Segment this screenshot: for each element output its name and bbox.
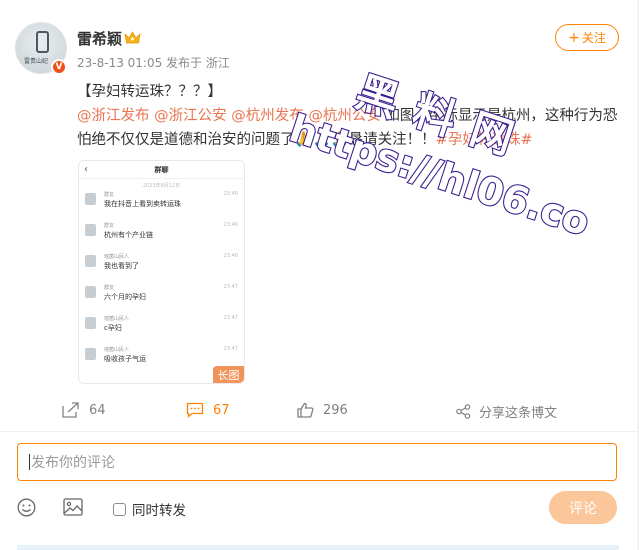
comment-input[interactable]: 发布你的评论 (17, 443, 617, 481)
post-title-line: 【孕妇转运珠？？？】 (77, 84, 222, 100)
follow-label: 关注 (581, 31, 606, 45)
chat-text: 吸收孩子气运 (104, 355, 146, 363)
image-upload-button[interactable] (63, 498, 83, 516)
action-bar: 64 67 296 分享这条博文 (0, 400, 639, 424)
chat-message-list: 群友 23:46 我在抖音上看到卖转运珠 群友 23:46 杭州有个产业链 瑶菌山民人 23:… (79, 189, 244, 375)
chat-text: c孕妇 (104, 324, 122, 332)
chat-date: 2023年8月12日 (142, 183, 181, 189)
hashtag-link[interactable]: #孕妇转运珠# (436, 132, 533, 148)
chat-time: 23:46 (223, 222, 238, 228)
chat-text: 我在抖音上看到卖转运珠 (104, 200, 181, 208)
composer-toolbar: 同时转发 (0, 496, 639, 522)
chat-text: 六个月的孕妇 (104, 293, 146, 301)
chat-text: 杭州有个产业链 (104, 231, 153, 239)
mention-zhejiang-fabu[interactable]: @浙江发布 (77, 108, 150, 124)
share-button[interactable]: 分享这条博文 (456, 402, 557, 421)
mention-zhejiang-gongan[interactable]: @浙江公安 (154, 108, 227, 124)
comment-count: 67 (213, 402, 230, 418)
divider (0, 431, 639, 432)
plus-icon: + (568, 29, 580, 46)
thumbs-up-icon (297, 402, 314, 418)
chat-text: 我也看到了 (104, 262, 139, 270)
chat-time: 23:46 (223, 191, 238, 197)
chat-message-row: 群友 23:46 杭州有个产业链 (79, 220, 244, 251)
image-icon (63, 498, 83, 516)
chat-message-row: 群友 23:47 六个月的孕妇 (79, 282, 244, 313)
avatar-text: 雷贵山纪 (24, 58, 49, 65)
post-content: 【孕妇转运珠？？？】 @浙江发布 @浙江公安 @杭州发布 @杭州公安 如图，坐标… (77, 80, 622, 152)
chat-avatar (85, 224, 96, 236)
smiley-icon (17, 498, 36, 517)
chat-sender: 瑶菌山民人 (104, 254, 130, 260)
verified-badge-icon: V (51, 59, 67, 75)
post-meta: 23-8-13 01:05 发布于 浙江 (77, 56, 230, 70)
mention-hangzhou-gongan[interactable]: @杭州公安 (308, 108, 381, 124)
chat-message-row: 瑶菌山民人 23:47 c孕妇 (79, 313, 244, 344)
chat-sender: 瑶菌山民人 (104, 316, 130, 322)
comment-icon (186, 402, 204, 418)
next-panel-edge (17, 545, 619, 550)
long-image-tag: 长图 (213, 366, 244, 383)
chat-message-row: 群友 23:46 我在抖音上看到卖转运珠 (79, 189, 244, 220)
repost-count: 64 (89, 402, 106, 418)
repost-checkbox-label: 同时转发 (132, 503, 186, 519)
like-button[interactable]: 296 (297, 402, 348, 418)
chat-time: 23:47 (223, 284, 238, 290)
repost-checkbox-group[interactable]: 同时转发 (113, 499, 186, 519)
chat-time: 23:46 (223, 253, 238, 259)
mention-hangzhou-fabu[interactable]: @杭州发布 (231, 108, 304, 124)
follow-button[interactable]: + 关注 (555, 24, 619, 51)
share-icon (456, 404, 471, 419)
post-image-thumbnail[interactable]: ‹ 群聊 2023年8月12日 群友 23:46 我在抖音上看到卖转运珠 群友 23:4… (78, 160, 245, 384)
avatar-phone-graphic (36, 31, 49, 53)
like-count: 296 (323, 402, 348, 418)
chat-avatar (85, 317, 96, 329)
chat-avatar (85, 348, 96, 360)
chat-avatar (85, 193, 96, 205)
chat-message-row: 瑶菌山民人 23:46 我也看到了 (79, 251, 244, 282)
chat-time: 23:47 (223, 315, 238, 321)
author-name[interactable]: 雷希颖 (77, 28, 122, 49)
text-caret (29, 454, 30, 470)
chat-title: 群聊 (154, 165, 169, 174)
comment-placeholder: 发布你的评论 (31, 455, 115, 471)
repost-icon (62, 402, 79, 418)
chat-avatar (85, 255, 96, 267)
chat-sender: 群友 (104, 285, 115, 291)
repost-checkbox[interactable] (113, 502, 126, 516)
weibo-post: 雷贵山纪 V 雷希颖 23-8-13 01:05 发布于 浙江 + 关注 【孕妇… (0, 0, 639, 550)
chat-sender: 瑶菌山民人 (104, 347, 130, 353)
chat-avatar (85, 286, 96, 298)
chat-time: 23:47 (223, 346, 238, 352)
chat-sender: 群友 (104, 223, 115, 229)
submit-comment-button[interactable]: 评论 (549, 491, 617, 524)
share-label: 分享这条博文 (479, 406, 558, 421)
repost-button[interactable]: 64 (62, 402, 106, 418)
crown-icon (124, 31, 141, 44)
chat-sender: 群友 (104, 192, 115, 198)
emoji-button[interactable] (17, 498, 36, 517)
chat-screenshot-header: ‹ 群聊 (79, 161, 244, 179)
comment-button[interactable]: 67 (186, 402, 230, 418)
